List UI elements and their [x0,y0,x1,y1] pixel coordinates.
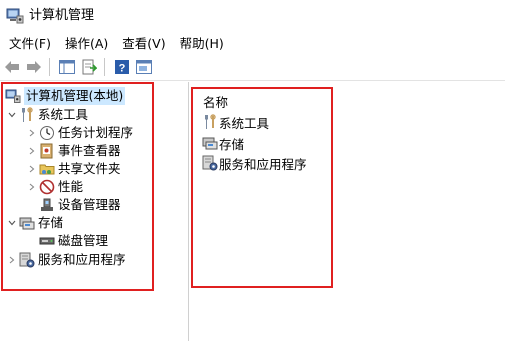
show-hide-console-tree-icon[interactable] [57,57,77,77]
toolbar-separator [104,58,105,76]
computer-management-icon [6,7,24,25]
export-list-icon[interactable] [79,57,99,77]
help-icon[interactable]: ? [112,57,132,77]
title-bar: 计算机管理 [0,0,505,32]
menu-help[interactable]: 帮助(H) [173,34,231,54]
pane-splitter[interactable] [188,82,189,341]
forward-arrow-icon[interactable] [24,57,44,77]
toolbar-separator [49,58,50,76]
menu-action[interactable]: 操作(A) [58,34,115,54]
menu-view[interactable]: 查看(V) [115,34,172,54]
svg-text:?: ? [119,63,126,75]
toolbar: ? [0,56,505,78]
toolbar-divider [0,80,505,81]
annotation-box-right [191,87,333,288]
menu-file[interactable]: 文件(F) [0,34,58,54]
menu-bar: 文件(F) 操作(A) 查看(V) 帮助(H) [0,34,505,54]
properties-icon[interactable] [134,57,154,77]
back-arrow-icon[interactable] [2,57,22,77]
annotation-box-left [1,82,154,291]
window-title: 计算机管理 [29,8,95,23]
computer-management-window: 计算机管理 文件(F) 操作(A) 查看(V) 帮助(H) ? 计算机管理(本地… [0,0,505,341]
